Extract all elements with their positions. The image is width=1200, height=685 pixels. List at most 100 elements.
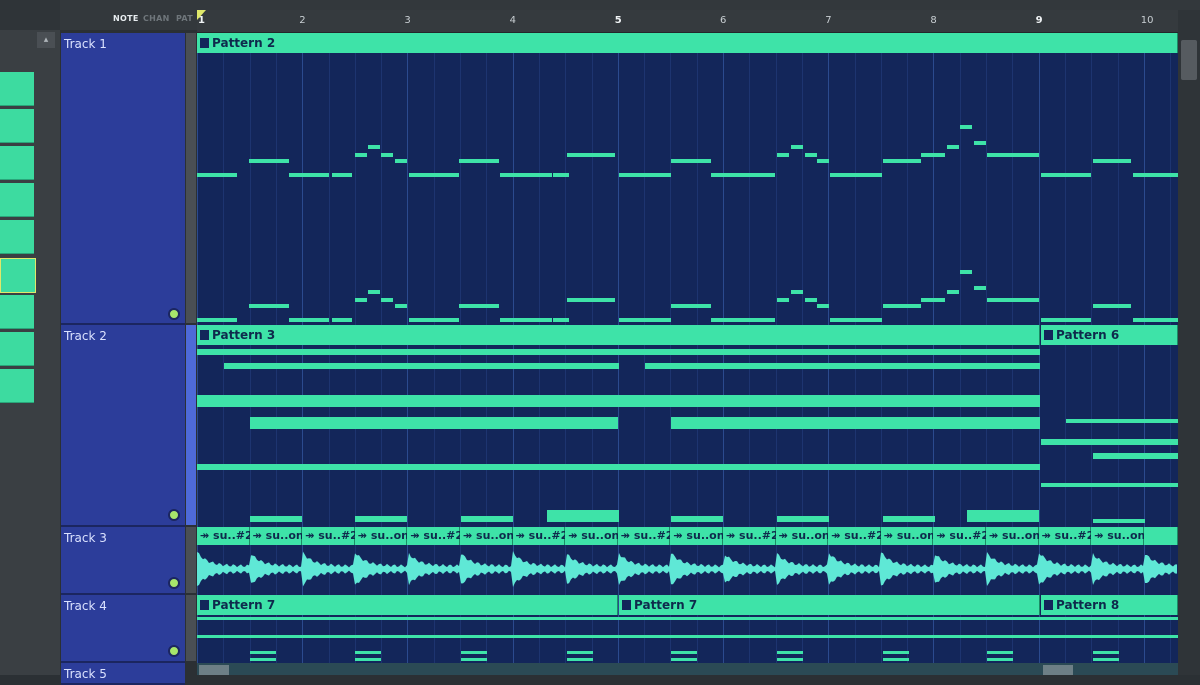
audio-clip[interactable]: ↠ su..on bbox=[986, 527, 1040, 545]
clip-label: ↠ su..on bbox=[252, 529, 304, 542]
pattern-clip[interactable]: Pattern 3 bbox=[197, 325, 1040, 345]
browser-item[interactable] bbox=[0, 295, 34, 329]
pattern-clip[interactable]: Pattern 7 bbox=[197, 595, 618, 615]
note bbox=[883, 658, 909, 661]
audio-clip[interactable]: ↠ su..#2 bbox=[723, 527, 779, 545]
ruler-bar-number[interactable]: 6 bbox=[720, 15, 726, 26]
audio-clip[interactable]: ↠ su..on bbox=[249, 527, 304, 545]
ruler-bar-number[interactable]: 8 bbox=[930, 15, 936, 26]
track-resize-handle[interactable] bbox=[186, 527, 196, 593]
note bbox=[974, 141, 986, 145]
track-mute-led-icon[interactable] bbox=[168, 308, 180, 320]
track-header-1[interactable]: Track 1 bbox=[61, 33, 185, 325]
pattern-clip[interactable]: Pattern 7 bbox=[619, 595, 1040, 615]
track-mute-led-icon[interactable] bbox=[168, 577, 180, 589]
audio-clip[interactable] bbox=[1143, 527, 1178, 545]
browser-item[interactable] bbox=[0, 146, 34, 180]
audio-clip[interactable]: ↠ su..#2 bbox=[933, 527, 990, 545]
track-resize-handle[interactable] bbox=[186, 595, 196, 661]
pattern-clip[interactable]: Pattern 2 bbox=[197, 33, 1178, 53]
track-resize-handle[interactable] bbox=[186, 33, 196, 323]
audio-clip[interactable] bbox=[1043, 665, 1073, 675]
note bbox=[461, 651, 487, 654]
ruler-bar-number[interactable]: 9 bbox=[1036, 15, 1043, 26]
ruler-bar-number[interactable]: 3 bbox=[404, 15, 410, 26]
track-lane-4[interactable]: Pattern 7 Pattern 7 Pattern 8 bbox=[197, 595, 1178, 661]
track-header-3[interactable]: Track 3 bbox=[61, 527, 185, 595]
tab-note[interactable]: NOTE bbox=[113, 14, 139, 23]
browser-item[interactable] bbox=[0, 369, 34, 403]
note bbox=[671, 159, 711, 163]
clip-label: ↠ su..#2 bbox=[305, 529, 358, 542]
note bbox=[355, 153, 367, 157]
scrollbar-thumb[interactable] bbox=[1181, 40, 1197, 80]
note bbox=[197, 635, 1178, 638]
vertical-scrollbar[interactable] bbox=[1178, 10, 1200, 675]
track-lane-5[interactable] bbox=[197, 663, 1178, 675]
browser-scroll-up-button[interactable]: ▴ bbox=[37, 32, 55, 48]
ruler-bar-number[interactable]: 2 bbox=[299, 15, 305, 26]
browser-item[interactable] bbox=[0, 72, 34, 106]
timeline-ruler[interactable]: 1 2 3 4 5 6 7 8 9 10 bbox=[197, 10, 1178, 33]
note bbox=[883, 159, 921, 163]
note bbox=[711, 173, 775, 177]
audio-clip[interactable]: ↠ su..#2 bbox=[617, 527, 673, 545]
audio-clip[interactable]: ↠ su..on bbox=[775, 527, 830, 545]
audio-waveform bbox=[197, 551, 1177, 587]
playlist-arrangement[interactable]: Pattern 2 Pattern 3 Pattern 6 ↠ su..#2 ↠ … bbox=[197, 33, 1178, 675]
note bbox=[671, 651, 697, 654]
tab-chan[interactable]: CHAN bbox=[143, 14, 170, 23]
note bbox=[1093, 453, 1178, 459]
audio-clip[interactable]: ↠ su..on bbox=[565, 527, 619, 545]
audio-clip[interactable] bbox=[199, 665, 229, 675]
track-header-5[interactable]: Track 5 bbox=[61, 663, 185, 685]
track-lane-2[interactable]: Pattern 3 Pattern 6 bbox=[197, 325, 1178, 525]
audio-clip[interactable]: ↠ su..#2 bbox=[302, 527, 358, 545]
track-lane-1[interactable]: Pattern 2 bbox=[197, 33, 1178, 323]
clip-label: ↠ su..on bbox=[1094, 529, 1146, 542]
tab-pat[interactable]: PAT bbox=[176, 14, 193, 23]
audio-clip[interactable]: ↠ su..#2 bbox=[1038, 527, 1094, 545]
audio-clip[interactable]: ↠ su..on bbox=[880, 527, 935, 545]
note bbox=[197, 318, 237, 322]
note bbox=[459, 304, 499, 308]
note bbox=[1093, 304, 1131, 308]
track-header-4[interactable]: Track 4 bbox=[61, 595, 185, 663]
ruler-bar-number[interactable]: 7 bbox=[825, 15, 831, 26]
audio-clip[interactable]: ↠ su..on bbox=[354, 527, 409, 545]
note bbox=[289, 173, 329, 177]
browser-item[interactable] bbox=[0, 183, 34, 217]
note bbox=[250, 417, 618, 429]
ruler-bar-number[interactable]: 5 bbox=[615, 15, 622, 26]
track-mute-led-icon[interactable] bbox=[168, 645, 180, 657]
audio-clip[interactable]: ↠ su..#2 bbox=[512, 527, 568, 545]
audio-clip[interactable]: ↠ su..#2 bbox=[828, 527, 884, 545]
note bbox=[817, 304, 829, 308]
track-header-2[interactable]: Track 2 bbox=[61, 325, 185, 527]
note bbox=[967, 516, 1039, 522]
track-lane-3[interactable]: ↠ su..#2 ↠ su..on ↠ su..#2 ↠ su..on ↠ su..#2… bbox=[197, 527, 1178, 593]
playhead-marker-icon[interactable] bbox=[197, 10, 206, 20]
ruler-bar-number[interactable]: 10 bbox=[1141, 15, 1154, 26]
browser-item[interactable] bbox=[0, 220, 34, 254]
note bbox=[553, 318, 569, 322]
browser-item[interactable] bbox=[0, 332, 34, 366]
note bbox=[817, 159, 829, 163]
browser-item-selected[interactable] bbox=[0, 258, 36, 293]
note bbox=[249, 304, 289, 308]
track-mute-led-icon[interactable] bbox=[168, 509, 180, 521]
pattern-clip[interactable]: Pattern 8 bbox=[1041, 595, 1178, 615]
track-resize-handle[interactable] bbox=[186, 325, 196, 525]
pattern-clip[interactable]: Pattern 6 bbox=[1041, 325, 1178, 345]
track-name: Track 2 bbox=[64, 329, 107, 343]
audio-clip[interactable]: ↠ su..on bbox=[460, 527, 514, 545]
ruler-bar-number[interactable]: 4 bbox=[510, 15, 516, 26]
audio-clip[interactable]: ↠ su..on bbox=[1091, 527, 1146, 545]
audio-clip[interactable]: ↠ su..#2 bbox=[197, 527, 253, 545]
note bbox=[619, 318, 671, 322]
audio-clip[interactable]: ↠ su..on bbox=[670, 527, 725, 545]
audio-clip[interactable]: ↠ su..#2 bbox=[407, 527, 463, 545]
clip-label: ↠ su..#2 bbox=[936, 529, 990, 542]
note bbox=[777, 153, 789, 157]
browser-item[interactable] bbox=[0, 109, 34, 143]
